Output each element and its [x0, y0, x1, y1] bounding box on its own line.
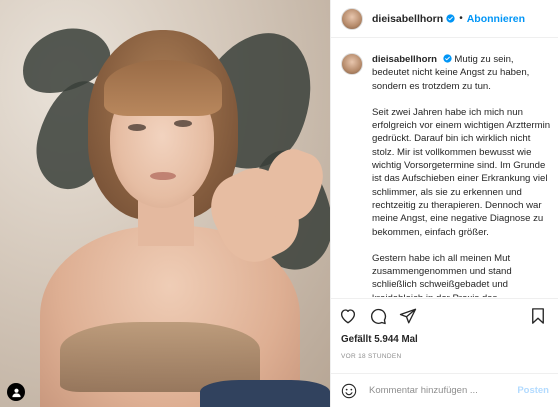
- post-timestamp[interactable]: VOR 18 STUNDEN: [341, 353, 402, 360]
- photo-lips: [150, 172, 176, 180]
- header-separator: •: [459, 13, 463, 24]
- post-header: dieisabellhorn • Abonnieren: [331, 0, 558, 38]
- user-tag-icon[interactable]: [7, 383, 25, 401]
- share-icon[interactable]: [399, 307, 417, 325]
- photo-bangs: [104, 60, 222, 116]
- like-count[interactable]: Gefällt 5.944 Mal: [341, 334, 418, 345]
- action-bar: [331, 298, 558, 338]
- caption-area[interactable]: dieisabellhorn Mutig zu sein, bedeutet n…: [331, 39, 558, 297]
- post-photo[interactable]: [0, 0, 330, 407]
- caption-row: dieisabellhorn Mutig zu sein, bedeutet n…: [341, 53, 551, 297]
- username[interactable]: dieisabellhorn: [372, 13, 443, 25]
- bookmark-icon[interactable]: [529, 307, 547, 325]
- post-comment-button[interactable]: Posten: [517, 385, 549, 396]
- caption-text: dieisabellhorn Mutig zu sein, bedeutet n…: [372, 53, 551, 297]
- avatar[interactable]: [341, 7, 363, 30]
- photo-jeans: [200, 380, 330, 407]
- comment-input[interactable]: [369, 385, 514, 396]
- verified-badge-icon: [446, 14, 455, 23]
- comment-form: Posten: [331, 373, 558, 407]
- photo-eye: [128, 124, 146, 131]
- avatar[interactable]: [341, 53, 363, 75]
- comment-icon[interactable]: [369, 307, 387, 325]
- caption-paragraph: Seit zwei Jahren habe ich mich nun erfol…: [372, 106, 551, 238]
- photo-eye: [174, 120, 192, 127]
- verified-badge-icon: [443, 54, 452, 63]
- emoji-icon[interactable]: [341, 383, 357, 399]
- post-sidebar: dieisabellhorn • Abonnieren dieisabellho…: [330, 0, 558, 407]
- follow-button[interactable]: Abonnieren: [467, 13, 525, 25]
- caption-paragraph: Gestern habe ich all meinen Mut zusammen…: [372, 252, 512, 297]
- caption-username[interactable]: dieisabellhorn: [372, 54, 437, 65]
- heart-icon[interactable]: [339, 307, 357, 325]
